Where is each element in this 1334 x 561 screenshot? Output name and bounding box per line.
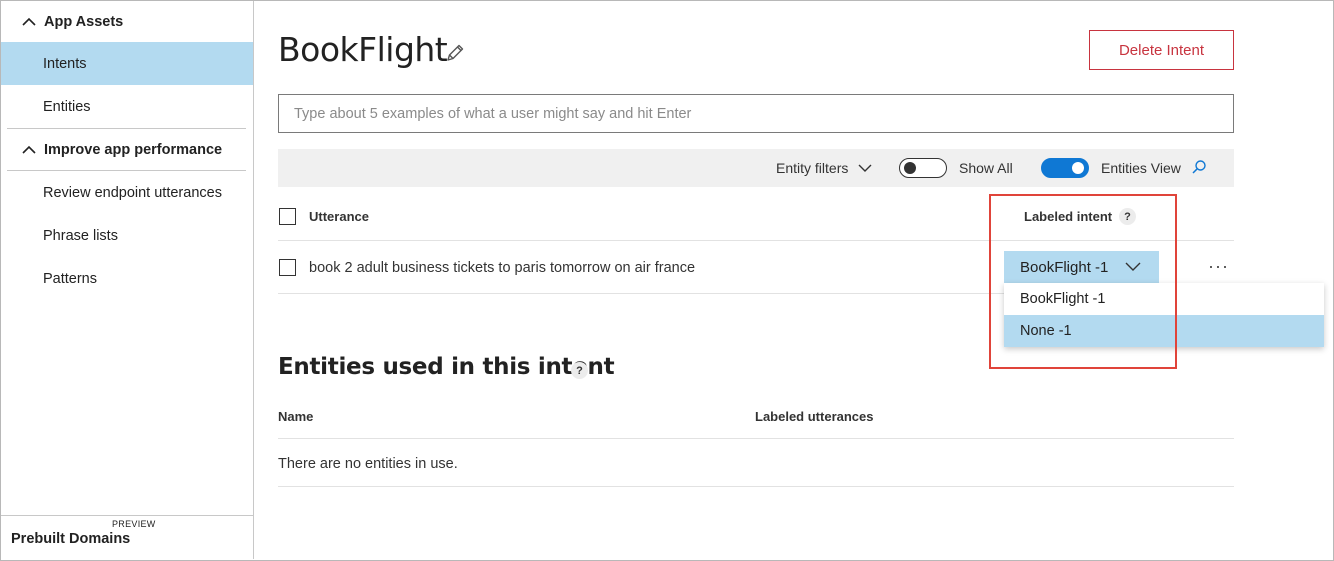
toggle-knob [1072, 162, 1084, 174]
utterance-table-header: Utterance Labeled intent ? [278, 196, 1234, 241]
show-all-label: Show All [959, 160, 1013, 176]
help-icon[interactable]: ? [571, 362, 588, 379]
utterance-text: book 2 adult business tickets to paris t… [309, 260, 696, 276]
entity-filters-label: Entity filters [776, 160, 849, 176]
pencil-icon[interactable] [444, 42, 466, 64]
more-options-icon[interactable]: ··· [1208, 256, 1229, 277]
sidebar-item-label: Review endpoint utterances [43, 184, 222, 201]
entities-section-title-text: Entities used in this intent [278, 354, 615, 380]
chevron-down-icon [858, 161, 872, 175]
app-assets-section-header[interactable]: App Assets [7, 1, 246, 43]
labeled-intent-dropdown[interactable]: BookFlight -1 [1004, 251, 1159, 283]
dropdown-option-highlighted[interactable]: None -1 [1004, 315, 1324, 347]
chevron-up-icon [21, 14, 37, 30]
sidebar-item-label: Phrase lists [43, 227, 118, 244]
prebuilt-domains-link[interactable]: PREVIEW Prebuilt Domains [1, 515, 253, 559]
app-assets-label: App Assets [44, 14, 124, 30]
sidebar-item-review-endpoint[interactable]: Review endpoint utterances [1, 171, 253, 214]
entities-view-label: Entities View [1101, 160, 1181, 176]
sidebar-item-label: Entities [43, 98, 91, 115]
sidebar-item-label: Patterns [43, 270, 97, 287]
labeled-intent-value: BookFlight -1 [1020, 258, 1109, 276]
labeled-intent-column-header: Labeled intent [1024, 209, 1113, 224]
chevron-up-icon [21, 142, 37, 158]
utterance-input[interactable] [278, 94, 1234, 133]
sidebar-item-intents[interactable]: Intents [1, 42, 253, 85]
entities-view-toggle[interactable] [1041, 158, 1089, 178]
sidebar-item-label: Intents [43, 55, 87, 72]
entities-empty-row: There are no entities in use. [278, 439, 1234, 487]
delete-intent-button[interactable]: Delete Intent [1089, 30, 1234, 70]
chevron-down-icon [1125, 260, 1141, 278]
improve-label: Improve app performance [44, 142, 223, 158]
entities-table-header: Name Labeled utterances [278, 396, 1234, 439]
entities-section-title: Entities used in this intent [278, 354, 615, 380]
page-title: BookFlight [278, 30, 448, 69]
help-icon[interactable]: ? [1119, 208, 1136, 225]
dropdown-option-label: BookFlight -1 [1020, 291, 1106, 307]
select-all-checkbox[interactable] [279, 208, 296, 225]
entity-filters-dropdown[interactable]: Entity filters [776, 149, 872, 187]
sidebar-item-entities[interactable]: Entities [1, 85, 253, 128]
search-icon[interactable] [1191, 159, 1207, 175]
name-column-header: Name [278, 409, 314, 424]
prebuilt-domains-label: Prebuilt Domains [11, 531, 131, 547]
dropdown-option-label: None -1 [1020, 323, 1072, 339]
utterance-toolbar: Entity filters Show All Entities View [278, 149, 1234, 187]
show-all-toggle[interactable] [899, 158, 947, 178]
sidebar-item-phrase-lists[interactable]: Phrase lists [1, 214, 253, 257]
dropdown-option[interactable]: BookFlight -1 [1004, 283, 1324, 315]
toggle-knob [904, 162, 916, 174]
sidebar-item-patterns[interactable]: Patterns [1, 257, 253, 300]
empty-message: There are no entities in use. [278, 456, 458, 472]
utterance-column-header: Utterance [309, 209, 369, 224]
sidebar: App Assets Intents Entities Improve app … [1, 1, 254, 559]
preview-badge: PREVIEW [112, 519, 156, 529]
improve-section-header[interactable]: Improve app performance [7, 129, 246, 171]
row-checkbox[interactable] [279, 259, 296, 276]
intent-dropdown-menu: BookFlight -1 None -1 [1004, 283, 1324, 347]
labeled-utterances-column-header: Labeled utterances [755, 409, 874, 424]
